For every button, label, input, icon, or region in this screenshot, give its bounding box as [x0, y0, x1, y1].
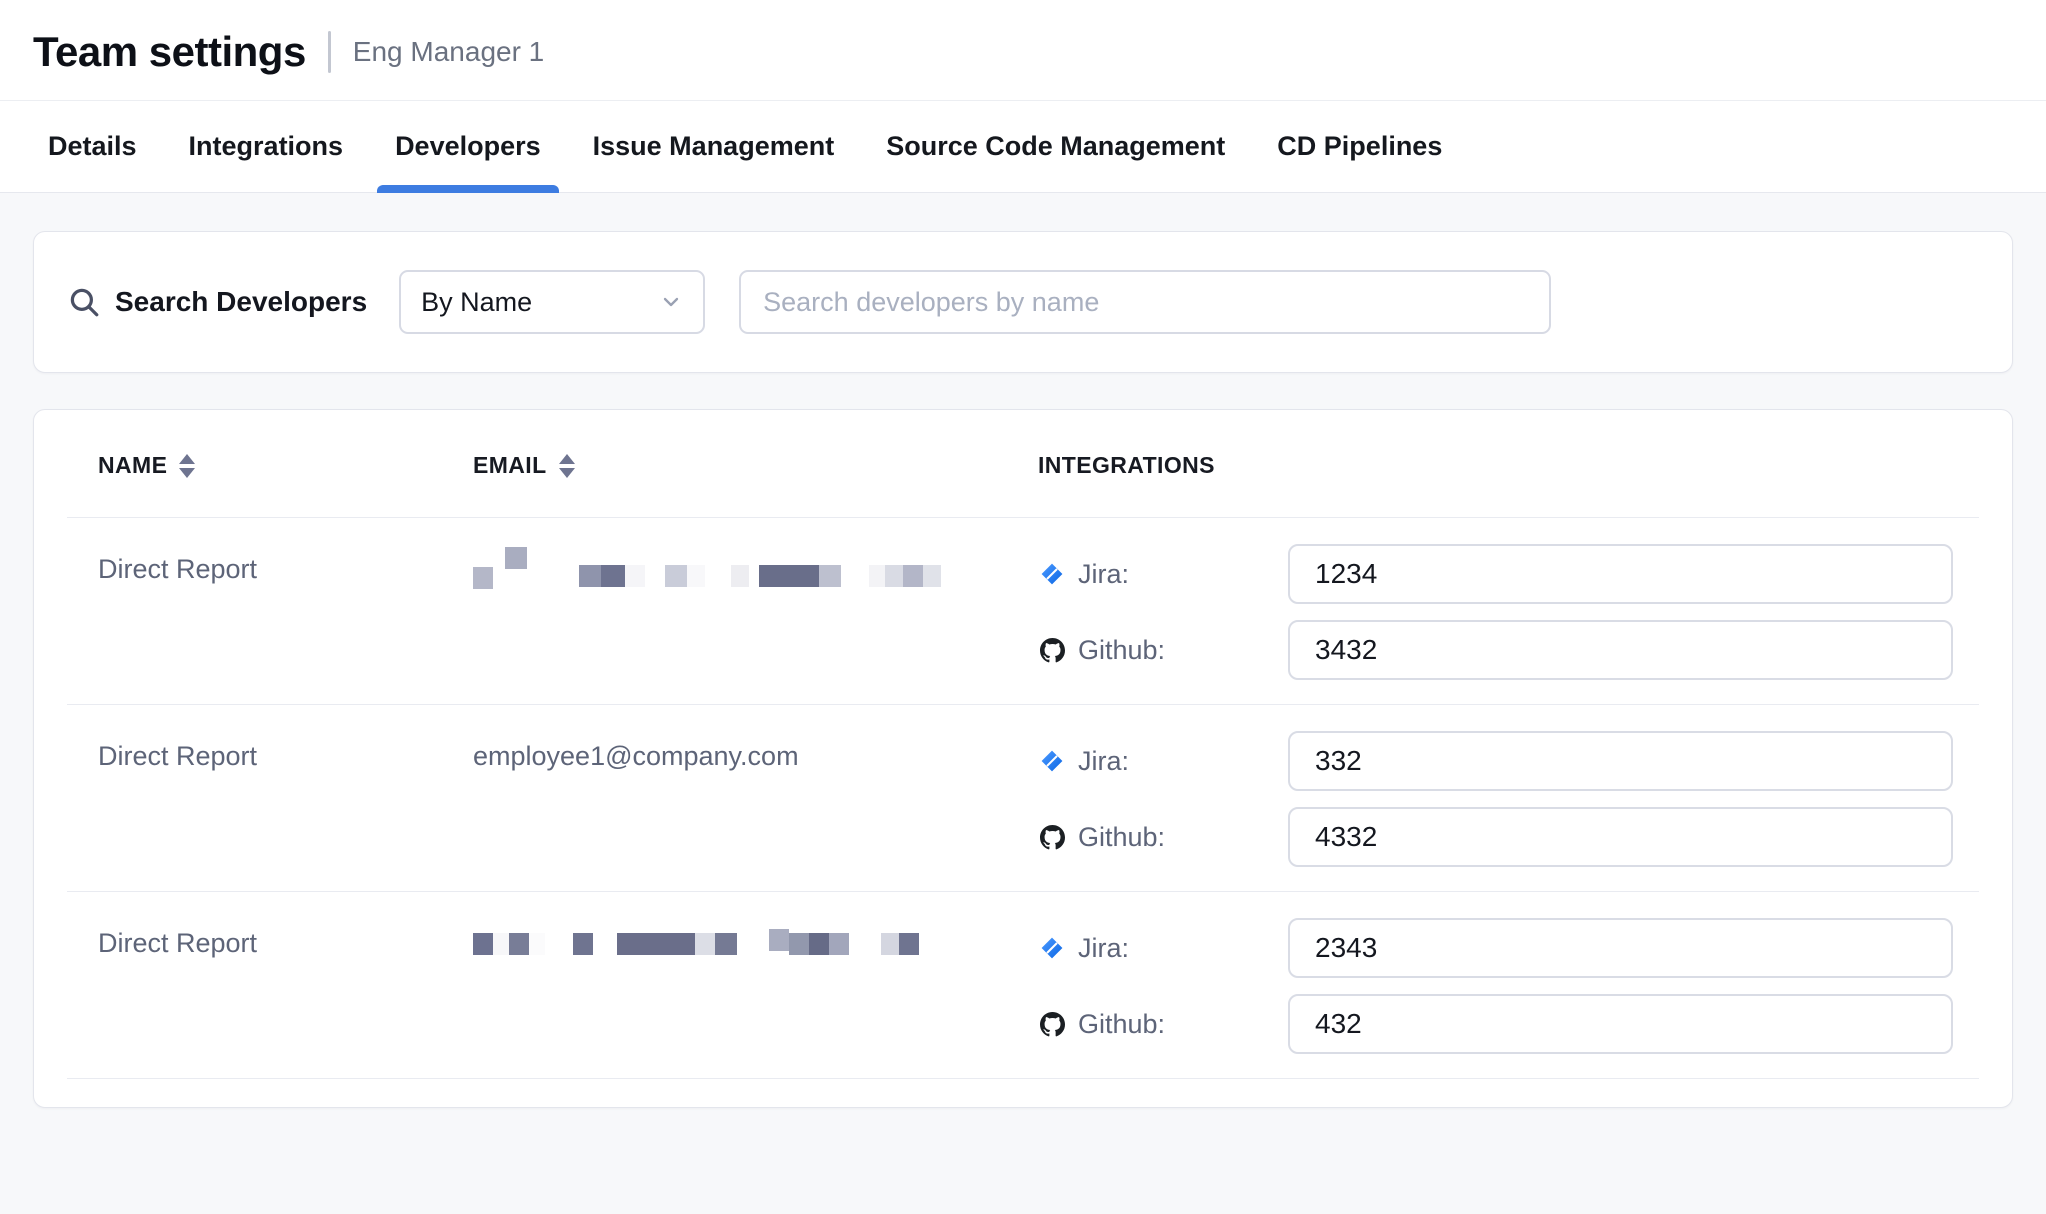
- jira-icon: [1038, 936, 1066, 960]
- jira-input[interactable]: [1288, 731, 1953, 791]
- email-cell: [473, 544, 1038, 680]
- tab-issue-management[interactable]: Issue Management: [575, 101, 853, 192]
- email-column-label: EMAIL: [473, 452, 547, 479]
- main-content: Search Developers By Name NAME: [0, 193, 2046, 1108]
- tab-cd-pipelines[interactable]: CD Pipelines: [1259, 101, 1460, 192]
- column-header-email[interactable]: EMAIL: [473, 452, 1038, 479]
- jira-field-row: Jira:: [1038, 918, 1962, 978]
- table-row: Direct Report employee1@company.com: [67, 705, 1979, 892]
- name-cell: Direct Report: [98, 544, 473, 680]
- integrations-cell: Jira: Github:: [1038, 731, 1962, 867]
- github-input[interactable]: [1288, 620, 1953, 680]
- integrations-cell: Jira: Github:: [1038, 918, 1962, 1054]
- github-field-row: Github:: [1038, 994, 1962, 1054]
- integrations-column-label: INTEGRATIONS: [1038, 452, 1215, 479]
- title-divider: [328, 31, 331, 73]
- jira-label: Jira:: [1078, 933, 1288, 964]
- redacted-email: [473, 922, 1038, 966]
- name-cell: Direct Report: [98, 918, 473, 1054]
- developers-table: NAME EMAIL INTEGRATIONS Direct Report: [33, 409, 2013, 1108]
- name-column-label: NAME: [98, 452, 167, 479]
- jira-label: Jira:: [1078, 559, 1288, 590]
- jira-icon: [1038, 562, 1066, 586]
- jira-icon: [1038, 749, 1066, 773]
- integrations-cell: Jira: Github:: [1038, 544, 1962, 680]
- search-input[interactable]: [739, 270, 1551, 334]
- search-developers-label: Search Developers: [115, 286, 367, 318]
- tab-integrations[interactable]: Integrations: [171, 101, 362, 192]
- team-settings-page: Team settings Eng Manager 1 Details Inte…: [0, 0, 2046, 1214]
- github-input[interactable]: [1288, 994, 1953, 1054]
- github-input[interactable]: [1288, 807, 1953, 867]
- search-card: Search Developers By Name: [33, 231, 2013, 373]
- tab-details[interactable]: Details: [30, 101, 155, 192]
- github-field-row: Github:: [1038, 807, 1962, 867]
- sort-icon[interactable]: [559, 454, 575, 478]
- jira-field-row: Jira:: [1038, 731, 1962, 791]
- table-row: Direct Report: [67, 892, 1979, 1079]
- chevron-down-icon: [659, 290, 683, 314]
- column-header-integrations: INTEGRATIONS: [1038, 452, 1962, 479]
- github-icon: [1038, 638, 1066, 663]
- sort-icon[interactable]: [179, 454, 195, 478]
- redacted-email: [473, 548, 1038, 592]
- page-title: Team settings: [33, 28, 306, 76]
- name-cell: Direct Report: [98, 731, 473, 867]
- jira-input[interactable]: [1288, 544, 1953, 604]
- table-header-row: NAME EMAIL INTEGRATIONS: [67, 410, 1979, 518]
- email-cell: employee1@company.com: [473, 731, 1038, 867]
- title-row: Team settings Eng Manager 1: [33, 28, 2013, 76]
- search-filter-select[interactable]: By Name: [399, 270, 705, 334]
- github-label: Github:: [1078, 635, 1288, 666]
- tab-bar: Details Integrations Developers Issue Ma…: [0, 101, 2046, 193]
- tab-source-code-management[interactable]: Source Code Management: [868, 101, 1243, 192]
- jira-label: Jira:: [1078, 746, 1288, 777]
- jira-field-row: Jira:: [1038, 544, 1962, 604]
- column-header-name[interactable]: NAME: [98, 452, 473, 479]
- github-icon: [1038, 825, 1066, 850]
- email-cell: [473, 918, 1038, 1054]
- filter-selected-value: By Name: [421, 287, 532, 318]
- table-row: Direct Report: [67, 518, 1979, 705]
- github-icon: [1038, 1012, 1066, 1037]
- tab-developers[interactable]: Developers: [377, 101, 559, 192]
- search-icon: [67, 285, 101, 319]
- page-subtitle: Eng Manager 1: [353, 36, 544, 68]
- page-header: Team settings Eng Manager 1: [0, 0, 2046, 101]
- jira-input[interactable]: [1288, 918, 1953, 978]
- github-label: Github:: [1078, 822, 1288, 853]
- github-field-row: Github:: [1038, 620, 1962, 680]
- github-label: Github:: [1078, 1009, 1288, 1040]
